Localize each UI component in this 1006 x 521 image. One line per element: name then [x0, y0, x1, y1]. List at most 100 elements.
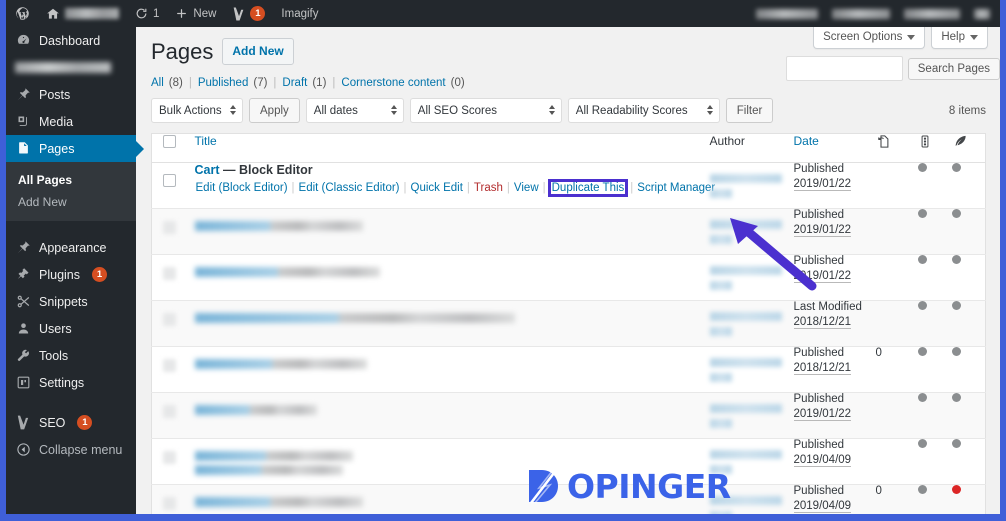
row-checkbox[interactable] [163, 496, 176, 510]
admin-bar-blurred-item-2[interactable] [832, 8, 890, 19]
column-header-title[interactable]: Title [181, 133, 710, 163]
admin-bar-blurred-item-1[interactable] [756, 8, 818, 19]
admin-bar-new-content[interactable]: New [167, 0, 224, 27]
row-title-blurred[interactable] [194, 450, 353, 461]
row-title-link[interactable]: Cart [195, 163, 220, 177]
plus-icon [177, 9, 187, 18]
sidebar-item-pages[interactable]: Pages [6, 135, 144, 162]
select-arrows-icon [548, 104, 555, 115]
table-row[interactable]: Published 2019/01/22 [151, 208, 986, 254]
sidebar-item-plugins[interactable]: Plugins 1 [6, 261, 136, 288]
row-checkbox[interactable] [163, 173, 176, 187]
row-action-edit-block-editor[interactable]: Edit (Block Editor) [195, 182, 289, 194]
sidebar-item-appearance[interactable]: Appearance [6, 234, 136, 261]
sidebar-item-dashboard[interactable]: Dashboard [6, 27, 136, 54]
apply-button[interactable]: Apply [249, 98, 300, 123]
sidebar-item-users[interactable]: Users [6, 315, 136, 342]
row-seo-score-cell [917, 392, 952, 438]
sidebar-item-label: Tools [39, 348, 69, 363]
view-link-published[interactable]: Published [198, 77, 249, 89]
row-checkbox[interactable] [163, 358, 176, 372]
row-title-blurred[interactable] [194, 312, 515, 323]
admin-bar-yoast[interactable]: 1 [224, 0, 273, 27]
row-duplicate-count: 0 [875, 484, 882, 497]
sidebar-item-tools[interactable]: Tools [6, 342, 136, 369]
submenu-item-all-pages[interactable]: All Pages [6, 169, 136, 191]
readability-score-dot [951, 300, 961, 310]
row-title-blurred[interactable] [194, 404, 317, 415]
help-button[interactable]: Help [931, 27, 988, 49]
admin-bar-site-name[interactable] [38, 0, 127, 27]
row-author-cell [709, 300, 794, 346]
posts-pin-icon [15, 87, 31, 103]
sidebar-item-seo[interactable]: SEO 1 [6, 409, 136, 436]
sidebar-item-label: Posts [39, 87, 71, 102]
view-link-all[interactable]: All [151, 77, 164, 89]
sidebar-item-collapse-menu[interactable]: Collapse menu [6, 436, 136, 463]
admin-bar-updates[interactable]: 1 [127, 0, 167, 27]
bulk-actions-select[interactable]: Bulk Actions [151, 98, 243, 123]
column-header-date[interactable]: Date [793, 133, 876, 163]
row-date-cell: Published 2019/04/09 [793, 484, 876, 514]
row-action-script-manager[interactable]: Script Manager [636, 182, 716, 194]
row-title-blurred[interactable] [194, 266, 380, 277]
sidebar-item-media[interactable]: Media [6, 108, 136, 135]
table-row[interactable]: Published 2018/12/21 0 [151, 346, 986, 392]
seo-score-dot [917, 346, 927, 356]
site-name-blurred [65, 8, 119, 19]
row-date-cell: Published 2019/01/22 [793, 392, 876, 438]
admin-bar-blurred-item-4[interactable] [974, 8, 990, 19]
row-checkbox-cell [152, 346, 182, 392]
row-title-blurred[interactable] [194, 220, 363, 231]
row-checkbox[interactable] [163, 312, 176, 326]
readability-score-dot [951, 346, 961, 356]
table-row[interactable]: Last Modified 2018/12/21 [151, 300, 986, 346]
filter-button[interactable]: Filter [725, 98, 774, 123]
select-all-checkbox[interactable] [163, 134, 176, 148]
row-checkbox[interactable] [163, 266, 176, 280]
row-checkbox[interactable] [163, 450, 176, 464]
screen-options-button[interactable]: Screen Options [813, 27, 926, 49]
view-link-cornerstone[interactable]: Cornerstone content [341, 77, 445, 89]
row-action-edit-classic-editor[interactable]: Edit (Classic Editor) [298, 182, 401, 194]
admin-bar-new-label: New [193, 7, 217, 20]
search-pages-button[interactable]: Search Pages [907, 57, 1000, 80]
date-filter-select[interactable]: All dates [305, 98, 404, 123]
row-title-blurred[interactable] [194, 496, 363, 507]
sidebar-item-label: Plugins [39, 267, 80, 282]
table-row[interactable]: Cart — Block Editor Edit (Block Editor) | E… [151, 162, 986, 208]
row-status: Published [793, 438, 845, 451]
row-action-quick-edit[interactable]: Quick Edit [410, 182, 464, 194]
screen-options-label: Screen Options [823, 31, 903, 43]
row-checkbox[interactable] [163, 220, 176, 234]
row-checkbox[interactable] [163, 404, 176, 418]
author-name-blurred [709, 449, 782, 459]
column-header-readability[interactable] [951, 133, 986, 163]
column-header-duplicate[interactable] [875, 133, 918, 163]
row-action-trash[interactable]: Trash [473, 182, 504, 194]
row-action-view[interactable]: View [513, 182, 540, 194]
submenu-item-add-new[interactable]: Add New [6, 191, 136, 213]
seo-score-filter-select[interactable]: All SEO Scores [409, 98, 562, 123]
table-row[interactable]: Published 2019/01/22 [151, 254, 986, 300]
search-input[interactable] [785, 56, 903, 81]
add-new-page-button[interactable]: Add New [222, 38, 294, 66]
readability-filter-select[interactable]: All Readability Scores [567, 98, 720, 123]
column-header-seo-score[interactable] [917, 133, 952, 163]
author-name-blurred [709, 173, 782, 183]
admin-bar-wp-logo[interactable] [6, 0, 38, 27]
sidebar-item-blurred[interactable] [15, 62, 111, 73]
row-title-blurred[interactable] [194, 358, 367, 369]
sidebar-item-posts[interactable]: Posts [6, 81, 136, 108]
table-row[interactable]: Published 2019/01/22 [151, 392, 986, 438]
sidebar-item-snippets[interactable]: Snippets [6, 288, 136, 315]
yoast-notification-badge: 1 [250, 6, 266, 21]
sidebar-item-settings[interactable]: Settings [6, 369, 136, 396]
row-readability-score-cell [951, 254, 986, 300]
admin-bar-blurred-item-3[interactable] [904, 8, 960, 19]
action-separator: | [466, 182, 470, 195]
admin-bar-imagify[interactable]: Imagify [273, 0, 326, 27]
view-link-draft[interactable]: Draft [282, 77, 307, 89]
sidebar-item-label: Appearance [39, 240, 107, 255]
row-action-duplicate-this[interactable]: Duplicate This [547, 179, 629, 198]
